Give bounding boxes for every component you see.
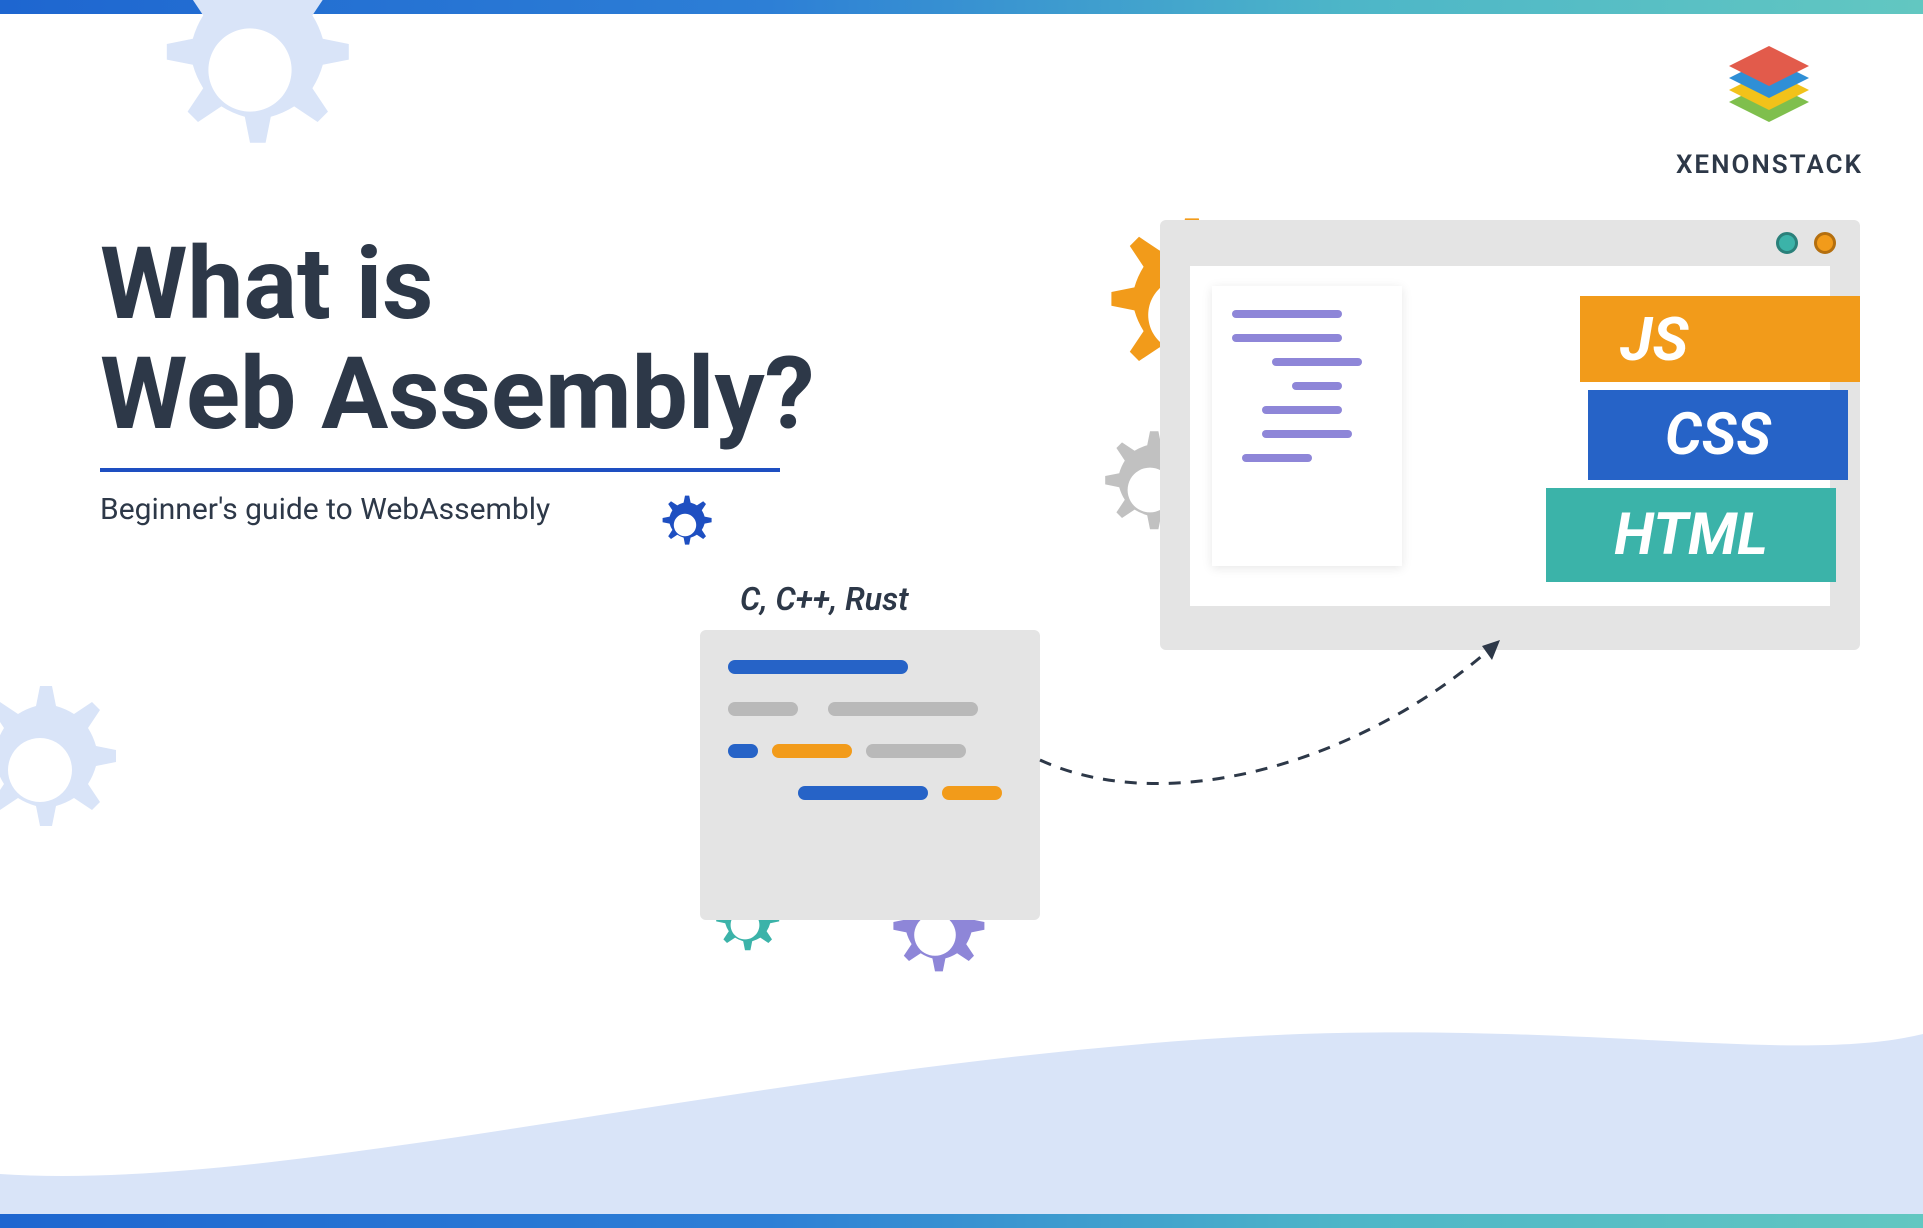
- code-card-label: C, C++, Rust: [740, 580, 909, 618]
- code-line: [728, 744, 758, 758]
- browser-window: JS CSS HTML: [1160, 220, 1860, 650]
- code-line: [828, 702, 978, 716]
- hero-subtitle: Beginner's guide to WebAssembly: [100, 492, 814, 527]
- code-line: [772, 744, 852, 758]
- brand-mark-icon: [1714, 40, 1824, 140]
- gear-icon: [0, 670, 140, 870]
- window-dot-icon: [1814, 232, 1836, 254]
- doc-line: [1232, 310, 1342, 318]
- code-line: [942, 786, 1002, 800]
- hero-title-line1: What is: [100, 230, 814, 340]
- badge-js: JS: [1580, 296, 1860, 382]
- doc-line: [1262, 430, 1352, 438]
- brand-name: XENONSTACK: [1676, 150, 1863, 180]
- doc-line: [1262, 406, 1342, 414]
- wave-decoration: [0, 994, 1923, 1214]
- title-underline: [100, 468, 780, 472]
- gear-icon: [120, 0, 380, 200]
- badge-html: HTML: [1546, 488, 1836, 582]
- browser-viewport: JS CSS HTML: [1190, 266, 1830, 606]
- source-code-card: [700, 630, 1040, 920]
- hero-title-line2: Web Assembly?: [100, 340, 814, 450]
- brand-logo: XENONSTACK: [1676, 40, 1863, 180]
- badge-css: CSS: [1588, 390, 1848, 480]
- code-line: [728, 660, 908, 674]
- code-line: [798, 786, 928, 800]
- hero-title: What is Web Assembly?: [100, 230, 814, 450]
- code-line: [866, 744, 966, 758]
- code-document: [1212, 286, 1402, 566]
- hero-title-block: What is Web Assembly? Beginner's guide t…: [100, 230, 814, 527]
- doc-line: [1292, 382, 1342, 390]
- window-dot-icon: [1776, 232, 1798, 254]
- doc-line: [1232, 334, 1342, 342]
- browser-titlebar: [1160, 220, 1860, 266]
- code-line: [728, 702, 798, 716]
- doc-line: [1242, 454, 1312, 462]
- bottom-gradient-bar: [0, 1214, 1923, 1228]
- doc-line: [1272, 358, 1362, 366]
